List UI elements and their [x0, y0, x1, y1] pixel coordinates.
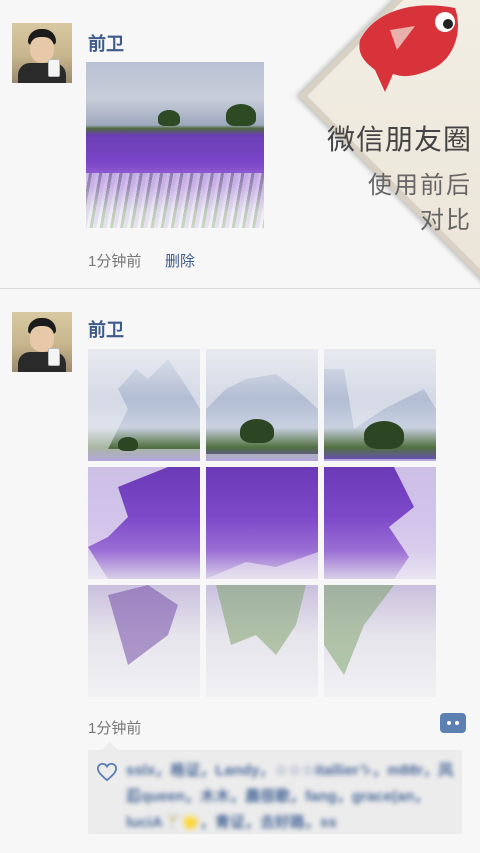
promo-banner: 微信朋友圈 使用前后 对比 — [270, 0, 480, 300]
likes-list[interactable]: sslx，格证，Landy，☆☆☆itallier♑，m88r，风忍queen，… — [126, 758, 456, 836]
grid-photo-6[interactable] — [324, 467, 436, 579]
moment-post-2: 前卫 1分钟前 sslx，格证，Landy，☆☆☆itallier♑，m88r，… — [0, 289, 480, 853]
promo-title: 微信朋友圈 — [326, 124, 472, 155]
delete-link[interactable]: 删除 — [165, 250, 195, 271]
grid-photo-4[interactable] — [88, 467, 200, 579]
promo-subtitle-2: 对比 — [420, 207, 472, 234]
author-name[interactable]: 前卫 — [88, 316, 124, 342]
avatar[interactable] — [12, 312, 72, 372]
grid-photo-8[interactable] — [206, 585, 318, 697]
grid-photo-1[interactable] — [88, 349, 200, 461]
photo-grid — [88, 349, 438, 699]
comment-icon[interactable] — [440, 713, 466, 733]
post-time: 1分钟前 — [88, 253, 142, 270]
likes-panel: sslx，格证，Landy，☆☆☆itallier♑，m88r，风忍queen，… — [88, 742, 462, 836]
author-name[interactable]: 前卫 — [88, 30, 124, 56]
avatar[interactable] — [12, 23, 72, 83]
red-fish-icon — [359, 5, 458, 92]
post-photo[interactable] — [86, 62, 264, 228]
post-time: 1分钟前 — [88, 720, 142, 737]
grid-photo-3[interactable] — [324, 349, 436, 461]
grid-photo-7[interactable] — [88, 585, 200, 697]
grid-photo-5[interactable] — [206, 467, 318, 579]
grid-photo-9[interactable] — [324, 585, 436, 697]
heart-icon[interactable] — [96, 762, 118, 782]
grid-photo-2[interactable] — [206, 349, 318, 461]
promo-subtitle: 使用前后 — [368, 172, 472, 199]
